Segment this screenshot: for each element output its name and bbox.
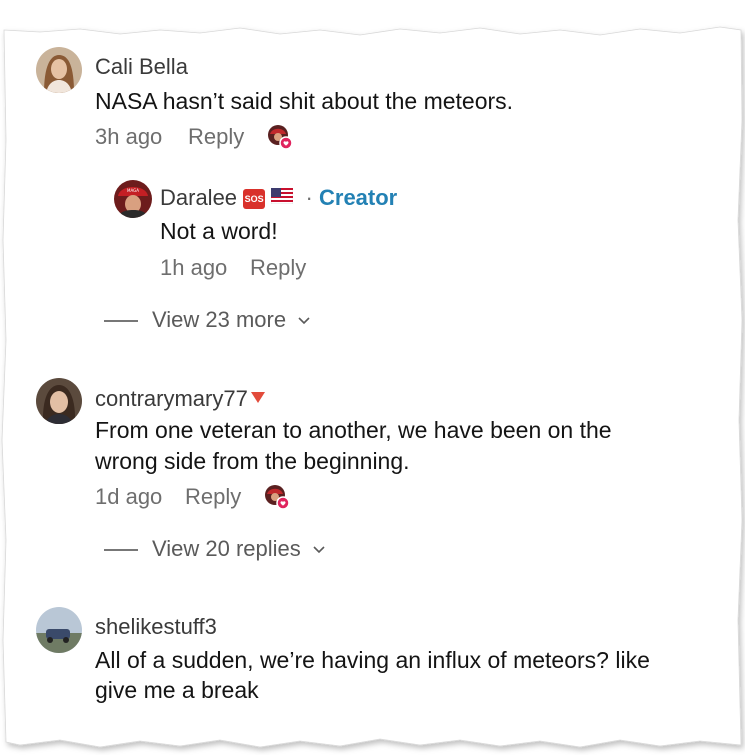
comment-username[interactable]: Cali Bella bbox=[95, 54, 188, 80]
creator-liked-icon bbox=[267, 124, 293, 150]
comment-timestamp: 3h ago bbox=[95, 124, 163, 149]
view-replies-button[interactable]: View 20 replies bbox=[104, 534, 325, 562]
reply-timestamp: 1h ago bbox=[160, 255, 228, 280]
comment-username[interactable]: shelikestuff3 bbox=[95, 614, 217, 640]
avatar[interactable]: MAGA bbox=[114, 180, 152, 218]
reply-username[interactable]: Daralee bbox=[160, 185, 237, 210]
comment-username-line: contrarymary77 bbox=[95, 384, 266, 412]
reply-button[interactable]: Reply bbox=[250, 255, 306, 281]
reply-username-line: Daralee SOS · Creator bbox=[160, 184, 397, 211]
view-more-replies-button[interactable]: View 23 more bbox=[104, 305, 310, 333]
comment-text-line-1: All of a sudden, we’re having an influx … bbox=[95, 647, 650, 673]
comment-username[interactable]: contrarymary77 bbox=[95, 386, 248, 411]
divider-line bbox=[104, 320, 138, 322]
view-replies-label: View 20 replies bbox=[152, 536, 301, 561]
avatar[interactable] bbox=[36, 607, 82, 653]
comment-text-line-2: wrong side from the beginning. bbox=[95, 448, 410, 474]
red-triangle-icon bbox=[250, 384, 266, 410]
avatar-photo-icon bbox=[36, 378, 82, 424]
avatar-photo-icon: MAGA bbox=[114, 180, 152, 218]
reply-button[interactable]: Reply bbox=[185, 484, 241, 510]
view-more-label: View 23 more bbox=[152, 307, 287, 332]
comment-timestamp: 1d ago bbox=[95, 484, 163, 509]
comment-text: NASA hasn’t said shit about the meteors. bbox=[95, 88, 514, 114]
sos-emoji-icon: SOS bbox=[243, 189, 266, 209]
avatar[interactable] bbox=[36, 378, 82, 424]
chevron-down-icon bbox=[313, 534, 325, 560]
creator-liked-icon bbox=[264, 484, 290, 510]
reply-button[interactable]: Reply bbox=[188, 124, 244, 150]
divider-line bbox=[104, 549, 138, 551]
comment-text-line-2: give me a break bbox=[95, 677, 259, 703]
creator-label: Creator bbox=[319, 185, 398, 210]
avatar-photo-icon bbox=[36, 47, 82, 93]
avatar-photo-icon bbox=[36, 607, 82, 653]
comment-text-line-1: From one veteran to another, we have bee… bbox=[95, 417, 612, 443]
reply-text: Not a word! bbox=[160, 218, 278, 244]
separator-dot: · bbox=[299, 185, 313, 210]
svg-text:MAGA: MAGA bbox=[127, 188, 139, 193]
avatar[interactable] bbox=[36, 47, 82, 93]
chevron-down-icon bbox=[298, 305, 310, 331]
us-flag-icon bbox=[271, 184, 294, 210]
